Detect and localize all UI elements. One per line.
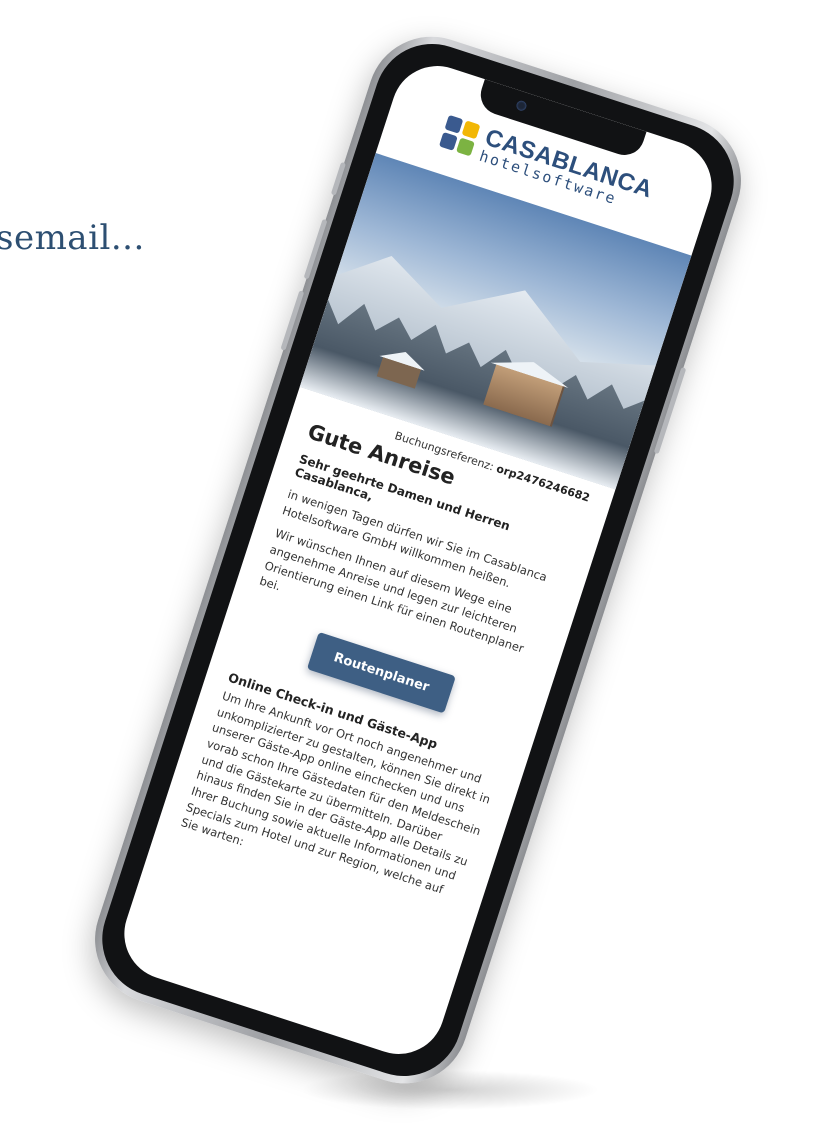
phone-screen: CASABLANCA hotelsoftware Buchungsreferen…	[112, 54, 724, 1066]
paragraph-checkin: Um Ihre Ankunft vor Ort noch angenehmer …	[179, 688, 493, 897]
phone-bezel: CASABLANCA hotelsoftware Buchungsreferen…	[87, 28, 749, 1092]
logo-icon	[438, 114, 481, 158]
intro-text: semail...	[0, 218, 145, 258]
phone-shadow	[300, 1070, 600, 1110]
smartphone-mockup: CASABLANCA hotelsoftware Buchungsreferen…	[78, 20, 758, 1100]
camera-icon	[515, 99, 528, 113]
email-body: Buchungsreferenz: orp2476246682 Gute Anr…	[176, 403, 591, 927]
